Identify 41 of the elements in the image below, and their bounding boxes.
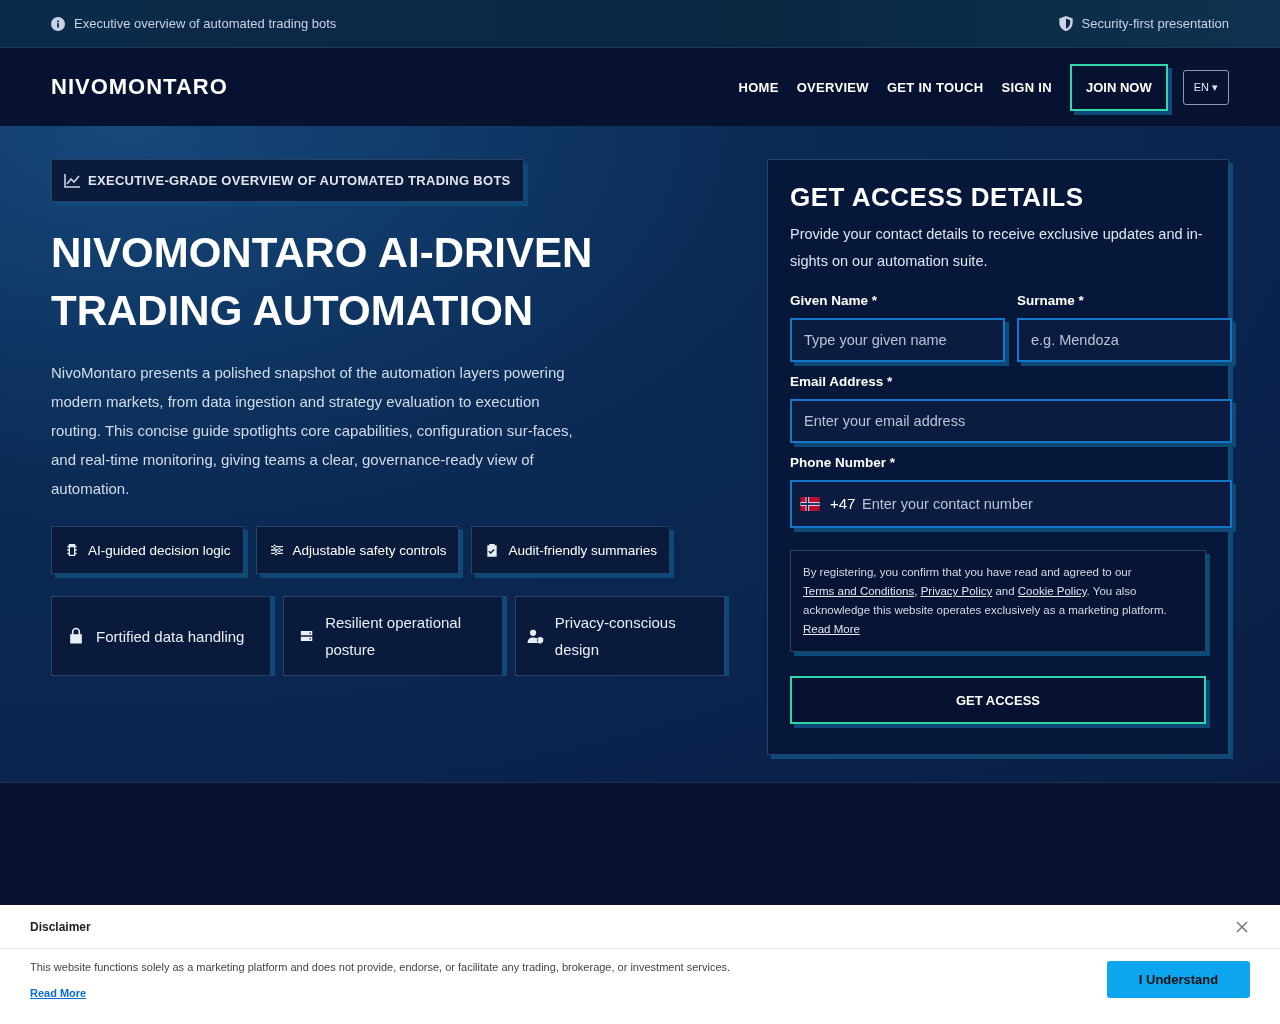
nav-link[interactable]: OVERVIEW <box>796 79 869 95</box>
policy-link[interactable]: Read More <box>803 623 860 635</box>
policy-link[interactable]: Cookie Policy <box>1017 585 1087 597</box>
chip-label: Audit-friendly summaries <box>508 542 657 558</box>
card-label: Privacy-conscious design <box>554 613 677 660</box>
input-field[interactable]: Type your given name <box>790 318 1005 362</box>
hero-title: NIVOMONTARO AI-DRIVEN TRADING AUTOMATION <box>51 228 594 336</box>
dial-code: +47 <box>830 495 856 512</box>
policy-link[interactable]: Privacy Policy <box>920 585 993 597</box>
form-title: GET ACCESS DETAILS <box>790 182 1085 213</box>
card-label: Resilient operational posture <box>325 613 463 660</box>
disclaimer-title: Disclaimer <box>30 919 91 934</box>
input-field[interactable]: Enter your email address <box>790 399 1232 443</box>
understand-button[interactable]: I Understand <box>1107 961 1250 998</box>
flag-icon <box>800 497 820 511</box>
tagline: Executive overview of automated trading bots <box>74 16 337 31</box>
logo[interactable]: NIVOMONTARO <box>51 74 228 100</box>
chart-icon <box>64 173 80 188</box>
chip-icon <box>64 542 80 558</box>
nav-link[interactable]: GET IN TOUCH <box>886 79 984 95</box>
eyebrow-text: EXECUTIVE-GRADE OVERVIEW OF AUTOMATED TRADING BOTS <box>88 173 511 188</box>
sliders-icon <box>268 542 285 558</box>
field-label: Phone Number * <box>790 455 896 470</box>
chip-label: AI-guided decision logic <box>88 542 231 558</box>
field-label: Surname * <box>1017 293 1085 308</box>
hero-intro: NivoMontaro presents a polished snapshot of the automation layers powering modern markets, from data ingestion and strategy evaluation to execution routing. This concise guide spotlights core capabilities, configuration sur-faces, and real-time monitoring, giving teams a clear, governance-ready view of automation. <box>51 363 574 499</box>
input-field[interactable]: e.g. Mendoza <box>1017 318 1232 362</box>
nav-link[interactable]: HOME <box>738 79 779 95</box>
disclaimer-text: This website functions solely as a marketing platform and does not provide, endorse, or facilitate any trading, brokerage, or investment services. <box>30 961 731 973</box>
security-note: Security-first presentation <box>1081 16 1229 31</box>
language-selector[interactable]: EN ▾ <box>1182 69 1229 105</box>
nav-link[interactable]: SIGN IN <box>1001 79 1052 95</box>
field-label: Given Name * <box>790 293 879 308</box>
card-label: Fortified data handling <box>96 626 245 647</box>
close-icon[interactable] <box>1236 920 1248 933</box>
info-icon <box>51 16 65 31</box>
shield-icon <box>1058 16 1073 31</box>
field-label: Email Address * <box>790 374 894 389</box>
chip-label: Adjustable safety controls <box>292 542 447 558</box>
read-more-link[interactable]: Read More <box>30 987 87 999</box>
form-subtitle: Provide your contact details to receive exclusive updates and in-sights on our automation suite. <box>790 225 1204 271</box>
